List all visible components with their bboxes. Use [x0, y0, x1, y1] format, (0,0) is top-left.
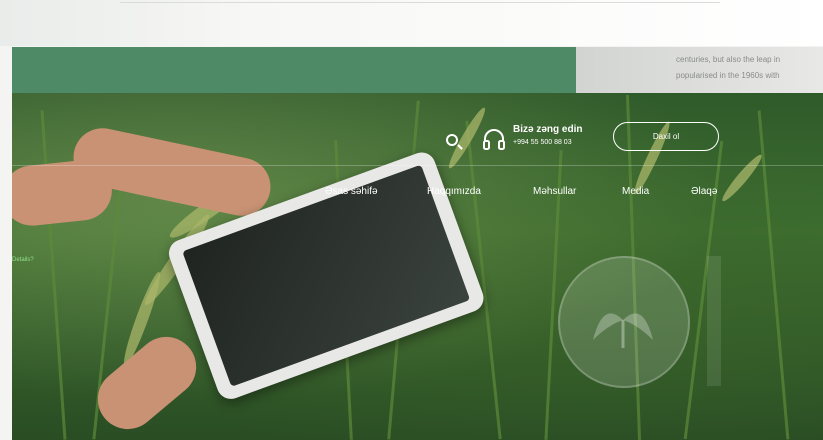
nav-item-contact[interactable]: Əlaqə — [691, 186, 717, 197]
nav-item-about[interactable]: Haqqımızda — [427, 186, 481, 197]
side-text-line-1: centuries, but also the leap in — [676, 55, 781, 64]
nav-item-products[interactable]: Məhsullar — [533, 186, 576, 197]
nav-divider — [12, 165, 823, 166]
search-icon[interactable] — [446, 134, 458, 146]
contact-phone[interactable]: +994 55 500 88 03 — [513, 139, 572, 146]
login-button[interactable]: Daxil ol — [613, 122, 719, 151]
nav-item-home[interactable]: Əsas səhifə — [325, 186, 378, 197]
nav-item-media[interactable]: Media — [622, 186, 649, 197]
side-text-panel: centuries, but also the leap in populari… — [576, 47, 823, 93]
headphones-icon — [483, 129, 505, 150]
top-strip — [0, 0, 823, 46]
brand-band — [12, 47, 576, 93]
leaf-emblem-icon — [593, 313, 653, 348]
logo-vertical-strip — [707, 256, 721, 386]
top-divider — [120, 2, 720, 3]
side-link[interactable]: Details? — [12, 257, 34, 263]
side-text-line-2: popularised in the 1960s with — [676, 71, 780, 80]
contact-title: Bizə zəng edin — [513, 124, 583, 135]
